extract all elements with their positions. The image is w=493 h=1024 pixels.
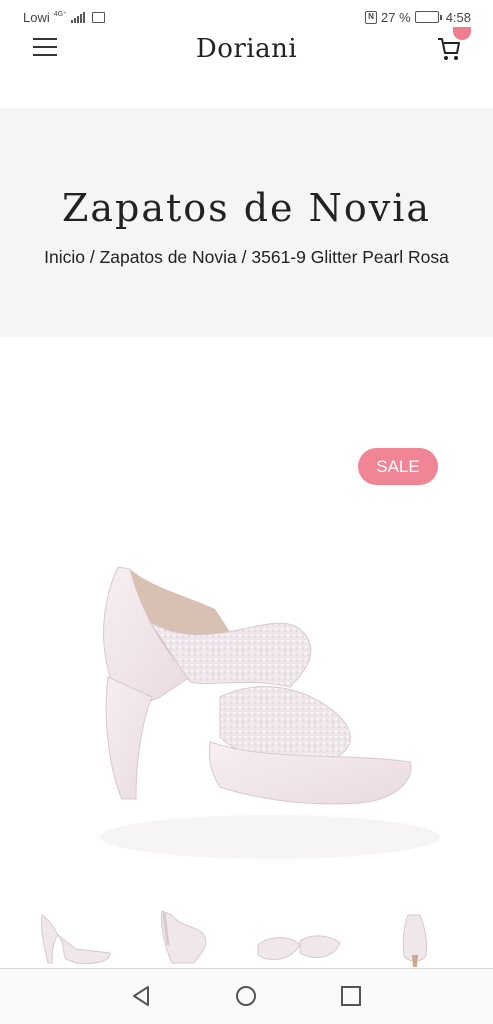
product-gallery[interactable]: SALE [0,337,493,897]
breadcrumb-separator: / [236,247,252,267]
thumbnail-1[interactable] [36,905,116,969]
thumbnail-strip [0,905,493,969]
thumbnail-4[interactable] [390,905,440,969]
breadcrumb-separator: / [85,247,100,267]
carrier-name: Lowi [23,9,50,25]
back-triangle-icon[interactable] [130,985,152,1007]
sale-badge: SALE [358,448,438,485]
breadcrumb-category-link[interactable]: Zapatos de Novia [100,247,237,267]
home-circle-icon[interactable] [235,985,257,1007]
recents-square-icon[interactable] [340,985,362,1007]
status-right: N 27 % 4:58 [365,10,471,25]
thumbnail-3[interactable] [250,905,345,969]
breadcrumb-home-link[interactable]: Inicio [44,247,85,267]
system-nav-bar [0,968,493,1024]
network-type: 4G⁺ [53,10,67,18]
status-bar: Lowi 4G⁺ N 27 % 4:58 [0,0,493,34]
thumbnail-2[interactable] [150,905,220,969]
clock: 4:58 [445,9,471,25]
battery-percent: 27 % [381,9,411,25]
nfc-icon: N [365,10,378,24]
page-title: Zapatos de Novia [61,186,432,230]
page-hero: Zapatos de Novia Inicio / Zapatos de Nov… [0,108,493,337]
site-logo[interactable]: Doriani [0,34,493,64]
breadcrumb-current: 3561-9 Glitter Pearl Rosa [251,247,449,267]
site-header: Doriani [0,27,493,106]
breadcrumb: Inicio / Zapatos de Novia / 3561-9 Glitt… [0,247,493,268]
signal-icon [70,11,85,23]
status-left: Lowi 4G⁺ [23,10,105,25]
battery-icon [414,11,442,23]
product-image[interactable] [40,537,450,867]
cart-icon[interactable] [436,27,471,62]
image-notification-icon [91,11,105,23]
